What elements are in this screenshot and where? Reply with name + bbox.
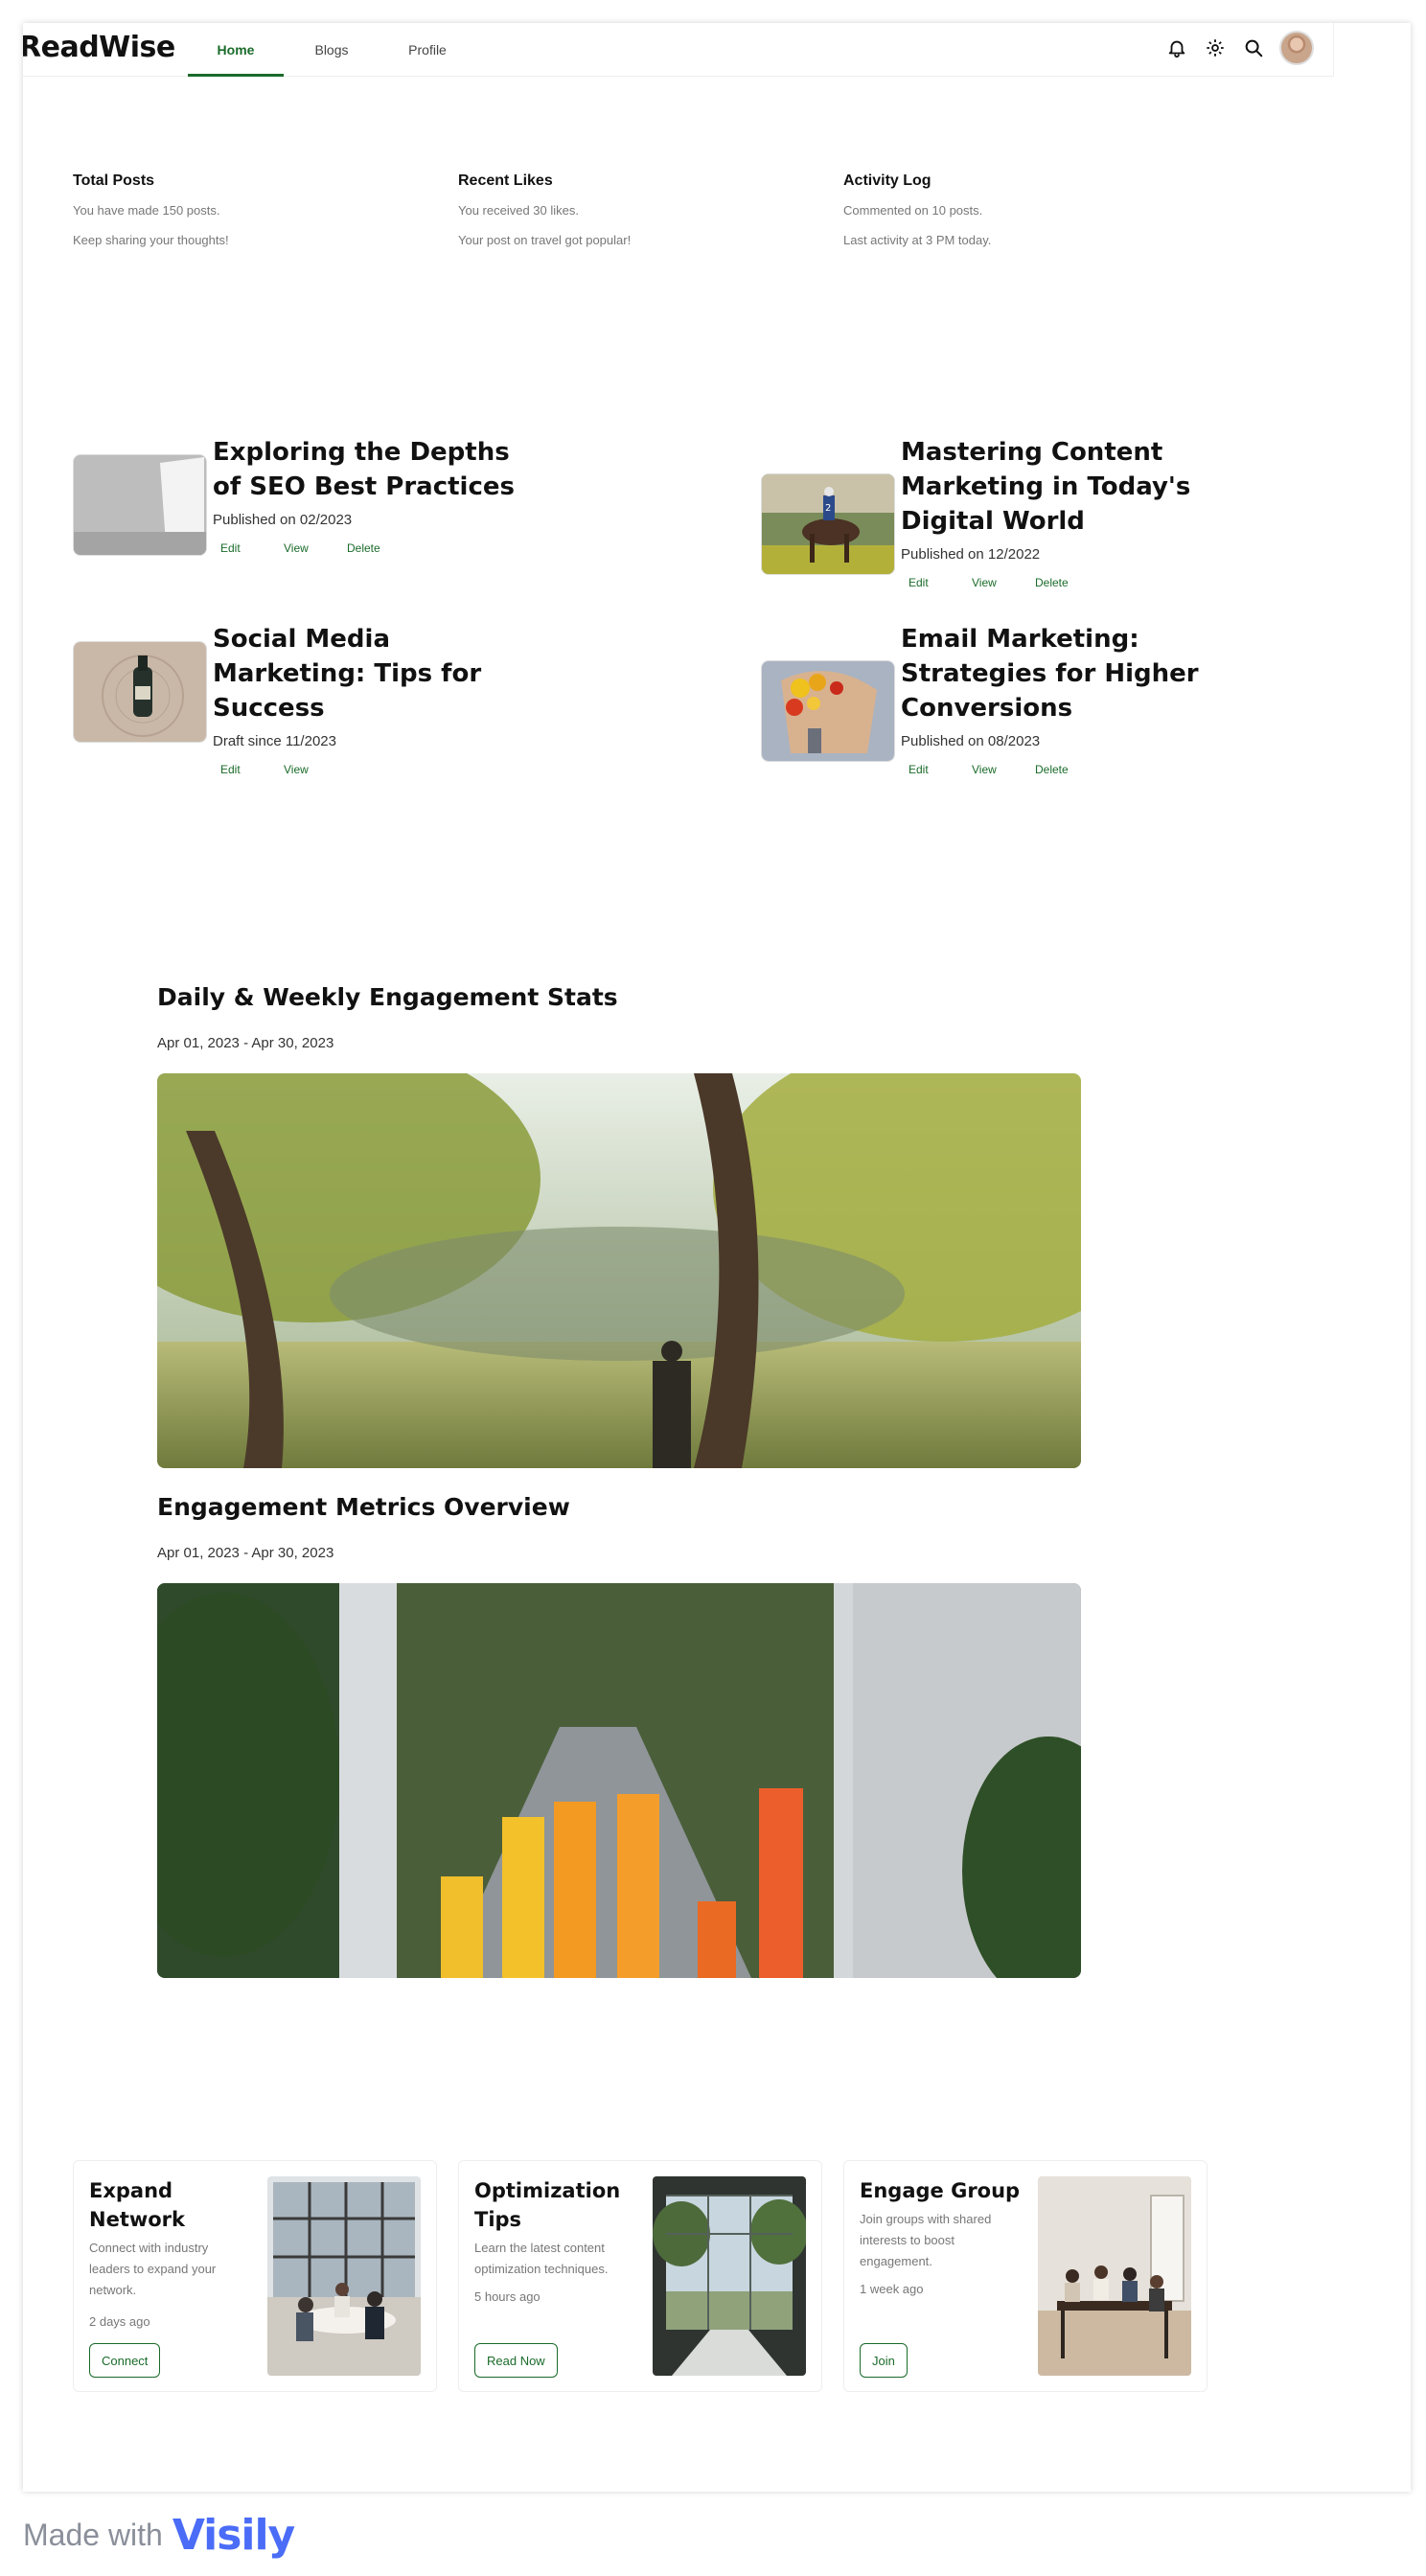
bell-icon[interactable] <box>1164 35 1189 60</box>
read-now-button[interactable]: Read Now <box>474 2343 558 2378</box>
card-description: Learn the latest content optimization te… <box>474 2241 609 2276</box>
post-title[interactable]: Mastering Content Marketing in Today's D… <box>901 435 1217 539</box>
card-image <box>653 2176 806 2376</box>
card-timestamp: 5 hours ago <box>474 2289 540 2304</box>
delete-link[interactable]: Delete <box>1035 576 1098 589</box>
post-body: Exploring the Depths of SEO Best Practic… <box>213 435 529 555</box>
stat-line: Last activity at 3 PM today. <box>843 233 992 247</box>
card-timestamp: 2 days ago <box>89 2314 150 2329</box>
stat-title: Recent Likes <box>458 172 553 189</box>
join-button[interactable]: Join <box>860 2343 908 2378</box>
card-image <box>267 2176 421 2376</box>
card-image <box>1038 2176 1191 2376</box>
connect-button[interactable]: Connect <box>89 2343 161 2378</box>
post-title[interactable]: Exploring the Depths of SEO Best Practic… <box>213 435 529 504</box>
post-meta: Published on 12/2022 <box>901 546 1041 563</box>
edit-link[interactable]: Edit <box>908 576 972 589</box>
post-body: Email Marketing: Strategies for Higher C… <box>901 622 1217 776</box>
post-actions: Edit View Delete <box>220 541 529 555</box>
svg-text:2: 2 <box>825 503 831 514</box>
engagement-overview-image <box>157 1583 1081 1978</box>
tab-blogs[interactable]: Blogs <box>284 23 380 77</box>
app-frame: ReadWise Home Blogs Profile Total Posts … <box>23 23 1411 2492</box>
post-meta: Published on 08/2023 <box>901 733 1041 749</box>
engagement-stats-date: Apr 01, 2023 - Apr 30, 2023 <box>157 1035 334 1051</box>
post-body: Social Media Marketing: Tips for Success… <box>213 622 529 776</box>
delete-link[interactable]: Delete <box>347 541 410 555</box>
post-actions: Edit View <box>220 763 529 776</box>
card-optimization-tips: Optimization Tips Learn the latest conte… <box>458 2160 822 2392</box>
search-icon[interactable] <box>1241 35 1266 60</box>
post-body: Mastering Content Marketing in Today's D… <box>901 435 1217 589</box>
main-nav: Home Blogs Profile <box>188 23 475 77</box>
post-item: Social Media Marketing: Tips for Success… <box>73 622 533 776</box>
stat-title: Activity Log <box>843 172 932 189</box>
stat-activity-log: Activity Log Commented on 10 posts. Last… <box>843 172 1188 263</box>
edit-link[interactable]: Edit <box>908 763 972 776</box>
stat-recent-likes: Recent Likes You received 30 likes. Your… <box>458 172 803 263</box>
tab-profile[interactable]: Profile <box>380 23 475 77</box>
post-meta: Draft since 11/2023 <box>213 733 336 749</box>
post-thumbnail[interactable] <box>761 660 895 762</box>
delete-link[interactable]: Delete <box>1035 763 1098 776</box>
stat-line: You received 30 likes. <box>458 203 579 218</box>
post-item: Email Marketing: Strategies for Higher C… <box>761 622 1221 814</box>
top-header: ReadWise Home Blogs Profile <box>23 23 1334 77</box>
stat-line: Your post on travel got popular! <box>458 233 632 247</box>
post-thumbnail[interactable] <box>73 454 207 556</box>
card-timestamp: 1 week ago <box>860 2282 924 2296</box>
card-engage-group: Engage Group Join groups with shared int… <box>843 2160 1208 2392</box>
made-with-label: Made with <box>23 2518 163 2552</box>
stat-total-posts: Total Posts You have made 150 posts. Kee… <box>73 172 418 263</box>
post-title[interactable]: Email Marketing: Strategies for Higher C… <box>901 622 1217 725</box>
card-title: Expand Network <box>89 2179 186 2231</box>
card-description: Connect with industry leaders to expand … <box>89 2241 217 2297</box>
engagement-overview-date: Apr 01, 2023 - Apr 30, 2023 <box>157 1545 334 1561</box>
post-title[interactable]: Social Media Marketing: Tips for Success <box>213 622 529 725</box>
view-link[interactable]: View <box>972 576 1035 589</box>
engagement-overview-title: Engagement Metrics Overview <box>157 1493 570 1521</box>
view-link[interactable]: View <box>972 763 1035 776</box>
stat-line: Commented on 10 posts. <box>843 203 983 218</box>
post-item: 2 Mastering Content Marketing in Today's… <box>761 435 1221 627</box>
stat-title: Total Posts <box>73 172 155 189</box>
avatar[interactable] <box>1279 31 1314 65</box>
app-logo[interactable]: ReadWise <box>23 31 175 64</box>
card-expand-network: Expand Network Connect with industry lea… <box>73 2160 437 2392</box>
post-thumbnail[interactable] <box>73 641 207 743</box>
stat-line: You have made 150 posts. <box>73 203 220 218</box>
made-with-badge[interactable]: Made with Visily <box>23 2511 295 2560</box>
view-link[interactable]: View <box>284 763 347 776</box>
stat-line: Keep sharing your thoughts! <box>73 233 229 247</box>
post-actions: Edit View Delete <box>908 576 1217 589</box>
edit-link[interactable]: Edit <box>220 763 284 776</box>
post-meta: Published on 02/2023 <box>213 512 353 528</box>
gear-icon[interactable] <box>1203 35 1228 60</box>
edit-link[interactable]: Edit <box>220 541 284 555</box>
header-actions <box>1164 31 1314 65</box>
engagement-stats-title: Daily & Weekly Engagement Stats <box>157 983 618 1011</box>
post-thumbnail[interactable]: 2 <box>761 473 895 575</box>
card-title: Engage Group <box>860 2179 1021 2202</box>
visily-logo: Visily <box>172 2511 295 2560</box>
post-item: Exploring the Depths of SEO Best Practic… <box>73 435 533 588</box>
tab-home[interactable]: Home <box>188 23 284 77</box>
card-title: Optimization Tips <box>474 2179 621 2231</box>
post-actions: Edit View Delete <box>908 763 1217 776</box>
view-link[interactable]: View <box>284 541 347 555</box>
card-description: Join groups with shared interests to boo… <box>860 2212 992 2268</box>
engagement-stats-image <box>157 1073 1081 1468</box>
